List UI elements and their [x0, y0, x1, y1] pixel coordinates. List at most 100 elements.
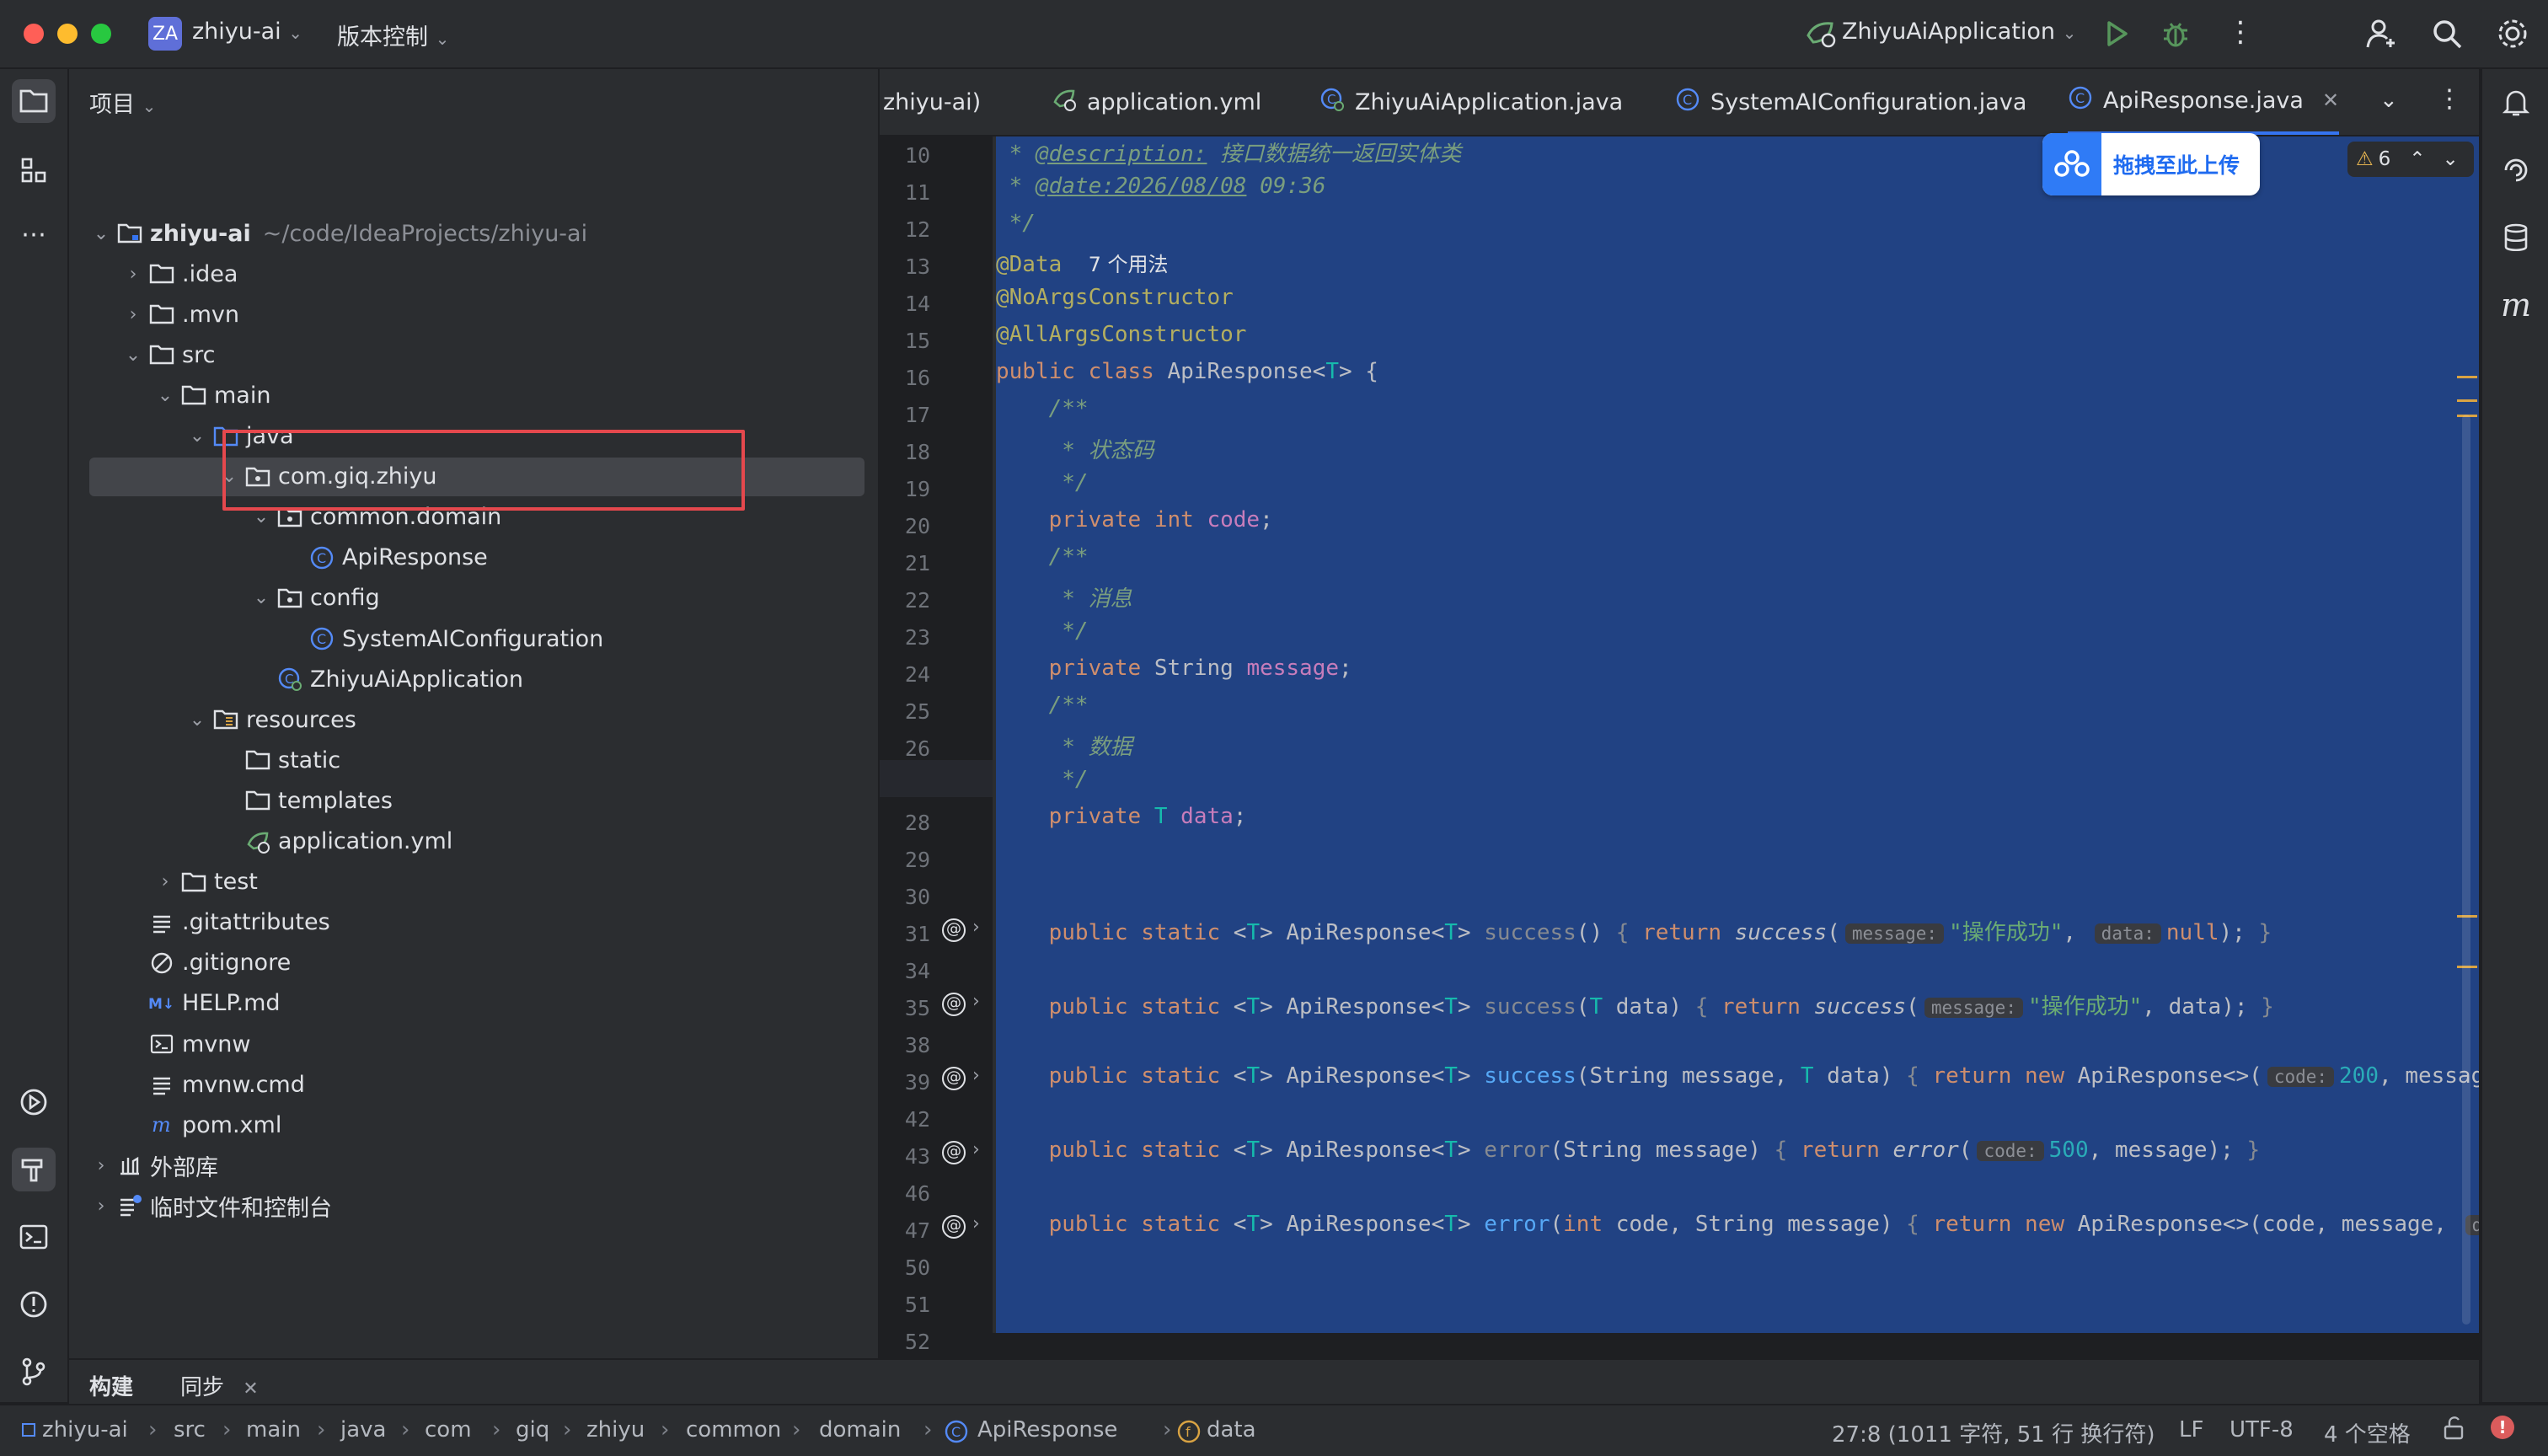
- tree-item-apiresponse[interactable]: C ApiResponse: [69, 538, 878, 577]
- breadcrumb-item[interactable]: giq: [516, 1417, 549, 1443]
- terminal-tool-button[interactable]: [12, 1215, 56, 1259]
- tree-item-mvn[interactable]: › .mvn: [69, 295, 878, 334]
- warning-marker[interactable]: [2457, 399, 2477, 402]
- tab-list-chevron-icon[interactable]: ⌄: [2379, 88, 2398, 113]
- breadcrumb-item[interactable]: zhiyu-ai: [42, 1417, 128, 1443]
- chevron-down-icon[interactable]: ⌄: [123, 345, 143, 366]
- tab-application-yml[interactable]: application.yml: [1052, 69, 1261, 135]
- warning-marker[interactable]: [2457, 376, 2477, 378]
- breadcrumb-item[interactable]: data: [1207, 1417, 1256, 1443]
- close-tab-icon[interactable]: ✕: [243, 1378, 258, 1400]
- caret-position[interactable]: 27:8 (1011 字符, 51 行 换行符): [1832, 1417, 2155, 1448]
- tab-sync[interactable]: 同步 ✕: [180, 1370, 259, 1401]
- tree-item-test[interactable]: › test: [69, 863, 878, 902]
- breadcrumb-item[interactable]: main: [246, 1417, 301, 1443]
- settings-gear-icon[interactable]: [2496, 17, 2529, 54]
- line-separator[interactable]: LF: [2179, 1417, 2203, 1443]
- chevron-right-icon[interactable]: ›: [123, 264, 143, 285]
- tab-systemaiconfiguration-java[interactable]: C SystemAIConfiguration.java: [1675, 69, 2026, 135]
- chevron-right-icon[interactable]: ›: [155, 871, 175, 892]
- error-indicator-icon[interactable]: !: [2491, 1416, 2514, 1439]
- annotation-gutter-icon[interactable]: @: [942, 993, 966, 1016]
- breadcrumb-item[interactable]: com: [425, 1417, 472, 1443]
- previous-highlight-icon[interactable]: ⌃: [2409, 148, 2425, 170]
- annotation-gutter-icon[interactable]: @: [942, 918, 966, 942]
- tree-item-static[interactable]: static: [69, 741, 878, 779]
- chevron-right-icon[interactable]: ›: [91, 1155, 111, 1176]
- tree-item-src[interactable]: ⌄ src: [69, 335, 878, 374]
- tree-item-external-libraries[interactable]: › 外部库: [69, 1146, 878, 1185]
- fold-chevron-icon[interactable]: ›: [972, 917, 980, 938]
- close-window-button[interactable]: [24, 24, 44, 44]
- chevron-down-icon[interactable]: ⌄: [155, 385, 175, 406]
- breadcrumb-item[interactable]: src: [174, 1417, 206, 1443]
- ai-assistant-icon[interactable]: [2494, 148, 2538, 192]
- tree-item-templates[interactable]: templates: [69, 781, 878, 820]
- project-switcher[interactable]: zhiyu-ai ⌄: [192, 19, 302, 45]
- close-tab-icon[interactable]: ✕: [2322, 88, 2339, 112]
- breadcrumb-item[interactable]: common: [686, 1417, 781, 1443]
- project-badge[interactable]: ZA: [148, 17, 182, 51]
- structure-tool-button[interactable]: [12, 148, 56, 192]
- breadcrumb-item[interactable]: ApiResponse: [977, 1417, 1117, 1443]
- breadcrumb-item[interactable]: java: [340, 1417, 386, 1443]
- next-highlight-icon[interactable]: ⌄: [2443, 148, 2459, 170]
- tree-item-resources[interactable]: ⌄ resources: [69, 700, 878, 739]
- tab-apiresponse-java[interactable]: C ApiResponse.java ✕: [2068, 69, 2340, 135]
- more-actions-icon[interactable]: ⋮: [2226, 15, 2255, 49]
- services-tool-button[interactable]: [12, 1080, 56, 1124]
- tree-item-gitignore[interactable]: .gitignore: [69, 944, 878, 982]
- project-tool-button[interactable]: [12, 79, 56, 123]
- annotation-gutter-icon[interactable]: @: [942, 1067, 966, 1090]
- annotation-gutter-icon[interactable]: @: [942, 1215, 966, 1239]
- fold-chevron-icon[interactable]: ›: [972, 1139, 980, 1160]
- zoom-window-button[interactable]: [91, 24, 111, 44]
- git-tool-button[interactable]: [12, 1350, 56, 1394]
- debug-icon[interactable]: [2159, 17, 2192, 54]
- project-panel-header[interactable]: 项目 ⌄: [89, 86, 156, 119]
- maven-icon[interactable]: m: [2494, 283, 2538, 327]
- lock-icon[interactable]: [2442, 1416, 2465, 1447]
- tab-zhiyu-ai[interactable]: zhiyu-ai): [883, 69, 981, 135]
- minimize-window-button[interactable]: [57, 24, 78, 44]
- tree-item-main[interactable]: ⌄ main: [69, 376, 878, 415]
- tree-item-application-yml[interactable]: application.yml: [69, 822, 878, 861]
- fold-chevron-icon[interactable]: ›: [972, 1213, 980, 1234]
- vertical-scrollbar[interactable]: [2462, 415, 2470, 1325]
- chevron-down-icon[interactable]: ⌄: [187, 426, 207, 447]
- tab-zhiyuaiapplication-java[interactable]: C ZhiyuAiApplication.java: [1320, 69, 1623, 135]
- tree-item-package-config[interactable]: ⌄ config: [69, 579, 878, 618]
- problems-tool-button[interactable]: [12, 1282, 56, 1326]
- chevron-right-icon[interactable]: ›: [123, 304, 143, 325]
- tree-item-pom-xml[interactable]: m pom.xml: [69, 1105, 878, 1144]
- tree-item-idea[interactable]: › .idea: [69, 254, 878, 293]
- tree-item-scratches[interactable]: › 临时文件和控制台: [69, 1186, 878, 1225]
- code-editor[interactable]: * @description: 接口数据统一返回实体类 * @date:2026…: [996, 136, 2479, 1333]
- tree-item-help-md[interactable]: M↓ HELP.md: [69, 984, 878, 1023]
- tree-item-mvnw[interactable]: mvnw: [69, 1025, 878, 1063]
- database-icon[interactable]: [2494, 216, 2538, 260]
- inspection-widget[interactable]: ⚠ 6 ⌃ ⌄: [2347, 142, 2474, 177]
- breadcrumb-item[interactable]: zhiyu: [586, 1417, 645, 1443]
- file-encoding[interactable]: UTF-8: [2230, 1417, 2294, 1443]
- run-icon[interactable]: [2101, 19, 2132, 52]
- upload-drop-button[interactable]: 拖拽至此上传: [2042, 133, 2260, 195]
- tree-item-gitattributes[interactable]: .gitattributes: [69, 903, 878, 942]
- tree-item-root[interactable]: ⌄ zhiyu-ai ~/code/IdeaProjects/zhiyu-ai: [69, 214, 878, 253]
- chevron-down-icon[interactable]: ⌄: [187, 709, 207, 731]
- build-tool-button[interactable]: [12, 1148, 56, 1191]
- add-user-icon[interactable]: [2364, 17, 2398, 54]
- annotation-gutter-icon[interactable]: @: [942, 1141, 966, 1164]
- vcs-menu[interactable]: 版本控制 ⌄: [337, 19, 449, 51]
- usages-hint[interactable]: 7 个用法: [1089, 253, 1169, 276]
- tree-item-mvnw-cmd[interactable]: mvnw.cmd: [69, 1065, 878, 1104]
- run-config-selector[interactable]: ZhiyuAiApplication ⌄: [1842, 19, 2076, 45]
- tree-item-zhiyuaiapplication[interactable]: C ZhiyuAiApplication: [69, 660, 878, 699]
- notifications-bell-icon[interactable]: [2494, 81, 2538, 125]
- fold-chevron-icon[interactable]: ›: [972, 1065, 980, 1086]
- chevron-right-icon[interactable]: ›: [91, 1196, 111, 1217]
- tree-item-systemaiconfiguration[interactable]: C SystemAIConfiguration: [69, 619, 878, 658]
- search-icon[interactable]: [2430, 17, 2464, 54]
- tab-build[interactable]: 构建: [89, 1370, 133, 1401]
- fold-chevron-icon[interactable]: ›: [972, 991, 980, 1012]
